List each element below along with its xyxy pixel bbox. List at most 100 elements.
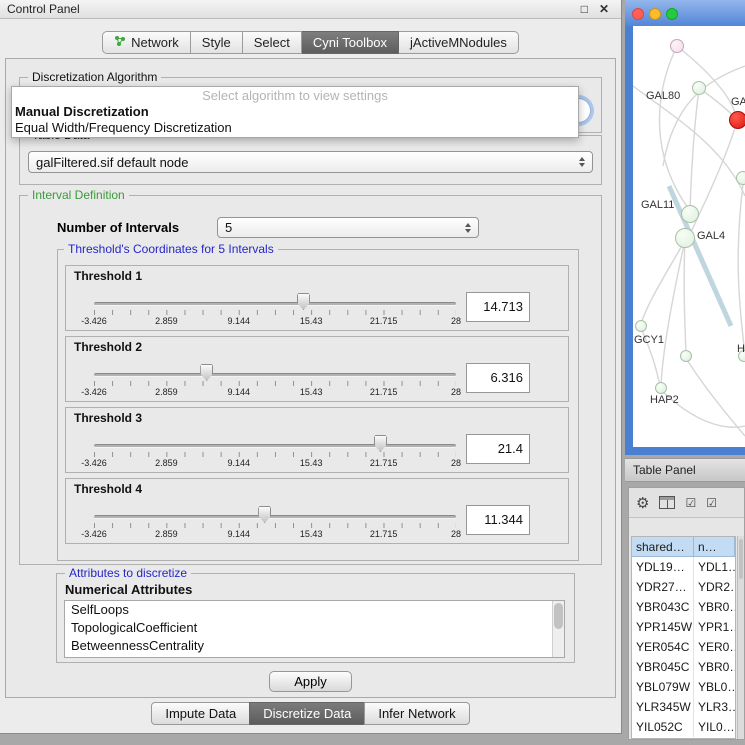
table-scrollbar[interactable]: [737, 536, 744, 739]
cell: YPR1…: [694, 617, 735, 637]
table-panel-title: Table Panel: [633, 463, 696, 477]
table-row[interactable]: YBR043CYBR0…: [632, 597, 735, 617]
zoom-button[interactable]: [666, 8, 678, 20]
threshold-2-value-field[interactable]: 6.316: [466, 363, 530, 393]
bottom-tab-bar: Impute Data Discretize Data Infer Networ…: [0, 702, 621, 725]
column-header[interactable]: shared…: [632, 537, 694, 557]
table-row[interactable]: YLR345WYLR3…: [632, 697, 735, 717]
cell: YBL0…: [694, 677, 735, 697]
cell: YDR2…: [694, 577, 735, 597]
apply-button[interactable]: Apply: [269, 671, 352, 692]
network-node[interactable]: [680, 350, 692, 362]
scale-label: 15.43: [300, 316, 323, 326]
close-button[interactable]: [632, 8, 644, 20]
threshold-2-box: Threshold 2 -3.426 2.859 9.144 15.43 21.…: [65, 336, 569, 402]
network-node[interactable]: [692, 81, 706, 95]
scale-label: -3.426: [81, 387, 107, 397]
list-item[interactable]: BetweennessCentrality: [65, 637, 564, 655]
tab-discretize-data[interactable]: Discretize Data: [249, 702, 365, 725]
table-row[interactable]: YIL052CYIL0…: [632, 717, 735, 737]
group-title: Interval Definition: [28, 188, 129, 202]
cell: YBR045C: [632, 657, 694, 677]
numerical-attributes-label: Numerical Attributes: [65, 582, 192, 597]
desktop: Control Panel □ ✕ Network Style Select C…: [0, 0, 745, 745]
tab-cyni-toolbox[interactable]: Cyni Toolbox: [302, 31, 399, 54]
tab-impute-data[interactable]: Impute Data: [151, 702, 250, 725]
list-item[interactable]: TopologicalCoefficient: [65, 619, 564, 637]
tab-network[interactable]: Network: [102, 31, 191, 54]
network-node[interactable]: [736, 171, 745, 185]
table-row[interactable]: YDR27…YDR2…: [632, 577, 735, 597]
dropdown-hint: Select algorithm to view settings: [12, 88, 578, 104]
group-title: Threshold's Coordinates for 5 Intervals: [64, 242, 278, 256]
network-node[interactable]: [675, 228, 695, 248]
apply-row: Apply: [6, 671, 615, 692]
slider-thumb[interactable]: [297, 293, 310, 310]
cell: YBR0…: [694, 657, 735, 677]
cell: YLR345W: [632, 697, 694, 717]
cell: YDL1…: [694, 557, 735, 577]
checkbox-icon[interactable]: ☑: [706, 496, 717, 510]
threshold-2-slider: -3.426 2.859 9.144 15.43 21.715 28: [94, 361, 456, 401]
scale-label: -3.426: [81, 529, 107, 539]
table-data-group: Table Data galFiltered.sif default node: [19, 135, 602, 185]
tab-select[interactable]: Select: [243, 31, 302, 54]
table-panel: ⚙ ☑ ☑ shared… n… YDL19…YDL1… YDR27…YDR2……: [628, 487, 745, 740]
control-panel-titlebar: Control Panel □ ✕: [0, 0, 621, 19]
group-title: Discretization Algorithm: [28, 70, 161, 84]
number-of-intervals-label: Number of Intervals: [57, 220, 179, 235]
tab-style[interactable]: Style: [191, 31, 243, 54]
slider-track[interactable]: [94, 515, 456, 519]
tab-infer-network[interactable]: Infer Network: [364, 702, 469, 725]
network-icon: [114, 35, 126, 50]
slider-track[interactable]: [94, 302, 456, 306]
network-node[interactable]: [681, 205, 699, 223]
attributes-list: SelfLoops TopologicalCoefficient Between…: [64, 600, 565, 658]
network-canvas[interactable]: GAL80 GAL11 GAL4 GCY1 HAP2 GA H: [633, 26, 745, 447]
node-label: HAP2: [650, 394, 679, 406]
table-header-row: shared… n…: [632, 537, 735, 557]
slider-thumb[interactable]: [258, 506, 271, 523]
threshold-4-slider: -3.426 2.859 9.144 15.43 21.715 28: [94, 503, 456, 543]
slider-thumb[interactable]: [374, 435, 387, 452]
dropdown-item-manual-discretization[interactable]: Manual Discretization: [12, 104, 578, 120]
network-node[interactable]: [655, 382, 667, 394]
table-row[interactable]: YBR045CYBR0…: [632, 657, 735, 677]
minimize-button[interactable]: [649, 8, 661, 20]
combo-value: galFiltered.sif default node: [36, 155, 188, 170]
slider-track[interactable]: [94, 373, 456, 377]
combo-value: 5: [225, 220, 232, 235]
top-tab-bar: Network Style Select Cyni Toolbox jActiv…: [0, 31, 621, 54]
cell: YIL052C: [632, 717, 694, 737]
close-window-icon[interactable]: ✕: [599, 0, 609, 19]
columns-icon[interactable]: [659, 496, 675, 509]
threshold-1-slider: -3.426 2.859 9.144 15.43 21.715 28: [94, 290, 456, 330]
table-row[interactable]: YER054CYER0…: [632, 637, 735, 657]
tab-jactivemnodules[interactable]: jActiveMNodules: [399, 31, 519, 54]
scale-label: 9.144: [228, 387, 251, 397]
table-row[interactable]: YBL079WYBL0…: [632, 677, 735, 697]
float-window-icon[interactable]: □: [581, 0, 588, 19]
column-header[interactable]: n…: [694, 537, 735, 557]
tab-label: Select: [254, 35, 290, 50]
table-row[interactable]: YDL19…YDL1…: [632, 557, 735, 577]
threshold-1-value-field[interactable]: 14.713: [466, 292, 530, 322]
network-node[interactable]: [635, 320, 647, 332]
node-label: GAL11: [641, 199, 674, 211]
node-label: H: [737, 343, 745, 355]
dropdown-item-equal-width[interactable]: Equal Width/Frequency Discretization: [12, 120, 578, 136]
slider-ticks: [94, 381, 456, 386]
network-node-selected[interactable]: [729, 111, 745, 129]
slider-thumb[interactable]: [200, 364, 213, 381]
checkbox-icon[interactable]: ☑: [685, 496, 696, 510]
number-of-intervals-combobox[interactable]: 5: [217, 217, 479, 238]
network-node[interactable]: [670, 39, 684, 53]
list-item[interactable]: SelfLoops: [65, 601, 564, 619]
gear-icon[interactable]: ⚙: [636, 494, 649, 512]
threshold-3-value-field[interactable]: 21.4: [466, 434, 530, 464]
slider-track[interactable]: [94, 444, 456, 448]
table-data-combobox[interactable]: galFiltered.sif default node: [28, 151, 593, 173]
threshold-4-value-field[interactable]: 11.344: [466, 505, 530, 535]
table-row[interactable]: YPR145WYPR1…: [632, 617, 735, 637]
list-scrollbar[interactable]: [552, 601, 564, 657]
